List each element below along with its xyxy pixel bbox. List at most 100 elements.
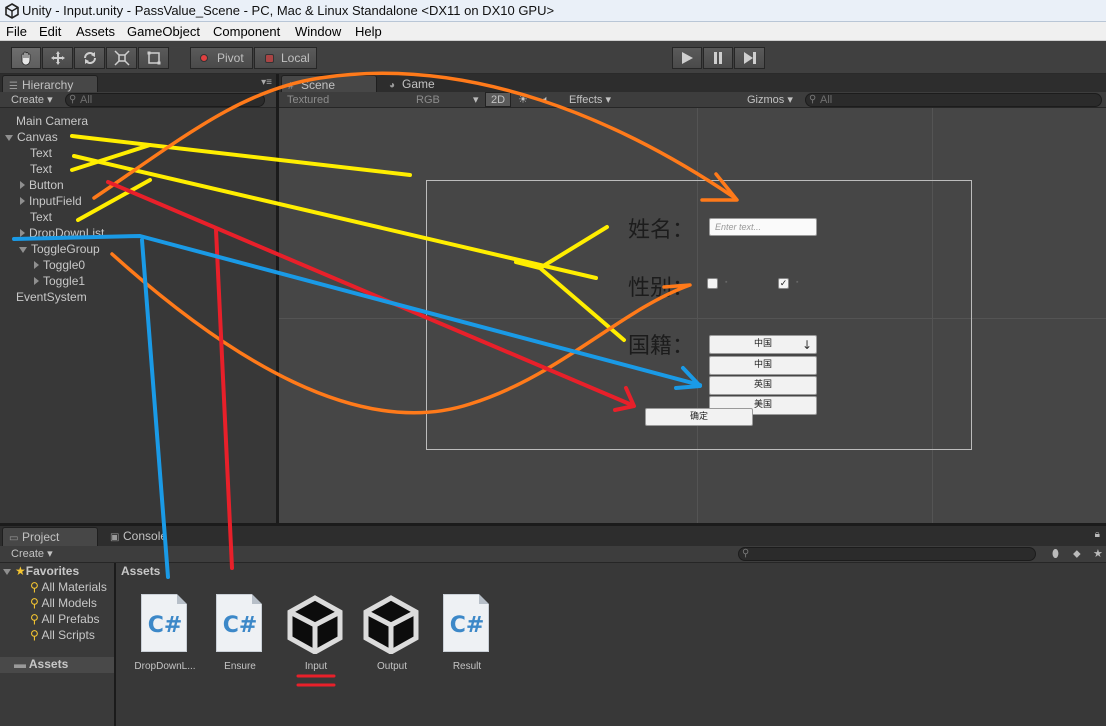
hierarchy-item[interactable]: Text (30, 210, 52, 224)
dropdown-option[interactable]: 英国 (709, 376, 817, 395)
local-icon (265, 54, 274, 63)
nationality-label: 国籍： (628, 334, 695, 359)
rotate-tool-button[interactable] (74, 47, 105, 69)
asset-item[interactable]: C# Ensure (202, 594, 278, 674)
confirm-button[interactable]: 确定 (645, 408, 753, 426)
effects-dropdown[interactable]: Effects ▾ (569, 93, 611, 107)
play-button[interactable] (672, 47, 702, 69)
menu-component[interactable]: Component (213, 24, 280, 39)
collapse-arrow-icon[interactable] (34, 277, 39, 285)
scene-search-input[interactable]: ⚲ All (805, 93, 1102, 107)
menu-window[interactable]: Window (295, 24, 341, 39)
menu-gameobject[interactable]: GameObject (127, 24, 200, 39)
assets-folder-item[interactable]: ▬ Assets (0, 657, 114, 673)
name-label: 姓名： (628, 218, 695, 243)
collapse-arrow-icon[interactable] (34, 261, 39, 269)
local-toggle-button[interactable]: Local (254, 47, 317, 69)
asset-item[interactable]: C# DropDownL... (127, 594, 203, 674)
scene-subbar: Textured RGB ▾ 2D ☀ 🔈︎ Effects ▾ Gizmos … (279, 92, 1106, 108)
dropdown-option[interactable]: 中国 (709, 356, 817, 375)
local-label: Local (281, 51, 310, 65)
hierarchy-item-label: DropDownList (29, 226, 105, 240)
asset-item[interactable]: Input (278, 594, 354, 674)
favorites-item-label: All Materials (41, 580, 107, 594)
render-mode-arrow-icon[interactable]: ▾ (473, 93, 479, 107)
expand-arrow-icon[interactable] (5, 135, 13, 141)
hierarchy-item[interactable]: Text (30, 162, 52, 176)
project-search-input[interactable]: ⚲ (738, 547, 1036, 561)
favorite-star-icon[interactable]: ★ (1093, 547, 1103, 561)
pivot-icon (200, 54, 208, 62)
menu-file[interactable]: File (6, 24, 27, 39)
filter-label-icon[interactable]: ⬥ (1073, 547, 1081, 561)
expand-arrow-icon[interactable] (3, 569, 11, 575)
asset-label: Output (376, 661, 408, 672)
step-icon (743, 52, 756, 64)
hierarchy-item[interactable]: EventSystem (16, 290, 87, 304)
project-create-dropdown[interactable]: Create ▾ (11, 547, 53, 561)
move-tool-button[interactable] (42, 47, 73, 69)
expand-arrow-icon[interactable] (19, 247, 27, 253)
toggle0-checkbox[interactable] (707, 278, 718, 289)
pause-button[interactable] (703, 47, 733, 69)
scene-viewport[interactable]: 姓名： Enter text... 性别： ▪ ✓ ▪ 国籍： 中国 ↓ 中国 … (279, 108, 1106, 523)
favorites-item[interactable]: ⚲ All Prefabs (30, 612, 100, 626)
filter-type-icon[interactable]: ⬮ (1052, 547, 1059, 561)
name-input-field[interactable]: Enter text... (709, 218, 817, 236)
hierarchy-create-dropdown[interactable]: Create ▾ (11, 93, 53, 107)
asset-item[interactable]: C# Result (429, 594, 505, 674)
pivot-toggle-button[interactable]: Pivot (190, 47, 253, 69)
menu-help[interactable]: Help (355, 24, 382, 39)
hierarchy-item[interactable]: Main Camera (16, 114, 88, 128)
main-toolbar: Pivot Local (0, 41, 1106, 74)
rect-tool-button[interactable] (138, 47, 169, 69)
hierarchy-item[interactable]: Canvas (5, 130, 58, 144)
hierarchy-search-placeholder: All (80, 94, 93, 106)
tab-console[interactable]: ▣ Console (104, 527, 194, 546)
render-mode-dropdown[interactable]: RGB (416, 93, 440, 107)
hierarchy-item[interactable]: Toggle1 (34, 274, 85, 288)
hierarchy-item[interactable]: Button (20, 178, 64, 192)
scale-tool-button[interactable] (106, 47, 137, 69)
menu-edit[interactable]: Edit (39, 24, 61, 39)
mode-2d-toggle[interactable]: 2D (485, 92, 512, 107)
lighting-sun-icon[interactable]: ☀ (518, 93, 528, 107)
hand-tool-button[interactable] (11, 47, 41, 69)
toggle1-checkbox[interactable]: ✓ (778, 278, 789, 289)
nationality-dropdown[interactable]: 中国 ↓ (709, 335, 817, 354)
favorites-label: Favorites (25, 564, 80, 578)
shading-mode-dropdown[interactable]: Textured (287, 93, 329, 107)
menu-assets[interactable]: Assets (76, 24, 115, 39)
audio-speaker-icon[interactable]: 🔈︎ (543, 93, 550, 107)
lock-icon[interactable]: 🔒︎ (1095, 529, 1100, 540)
favorites-item[interactable]: ⚲ All Materials (30, 580, 107, 594)
rect-tool-icon (147, 51, 160, 65)
pivot-label: Pivot (217, 51, 244, 65)
hierarchy-item[interactable]: Toggle0 (34, 258, 85, 272)
asset-item[interactable]: Output (354, 594, 430, 674)
favorites-item[interactable]: ⚲ All Models (30, 596, 97, 610)
step-button[interactable] (734, 47, 765, 69)
hierarchy-item-label: Text (30, 162, 53, 176)
hierarchy-item-label: Button (29, 178, 64, 192)
collapse-arrow-icon[interactable] (20, 229, 25, 237)
hierarchy-item[interactable]: ToggleGroup (19, 242, 100, 256)
hierarchy-item[interactable]: DropDownList (20, 226, 104, 240)
hierarchy-tree: Main Camera Canvas Text Text Button Inpu… (0, 108, 276, 523)
panel-menu-icon[interactable]: ▾≡ (261, 77, 272, 88)
favorites-header[interactable]: ★Favorites (3, 564, 79, 578)
gizmos-dropdown[interactable]: Gizmos ▾ (747, 93, 793, 107)
favorites-item[interactable]: ⚲ All Scripts (30, 628, 95, 642)
search-icon: ⚲ (30, 628, 39, 642)
unity-scene-icon (363, 595, 419, 654)
asset-label: Input (304, 661, 328, 672)
hierarchy-item[interactable]: InputField (20, 194, 82, 208)
mode-2d-label: 2D (491, 94, 506, 106)
tab-project[interactable]: ▭ Project (2, 527, 98, 546)
collapse-arrow-icon[interactable] (20, 181, 25, 189)
hierarchy-search-input[interactable]: ⚲ All (65, 93, 265, 107)
hierarchy-item[interactable]: Text (30, 146, 52, 160)
project-tabbar: ▭ Project ▣ Console 🔒︎ (0, 526, 1106, 547)
collapse-arrow-icon[interactable] (20, 197, 25, 205)
search-icon: ⚲ (30, 596, 39, 610)
